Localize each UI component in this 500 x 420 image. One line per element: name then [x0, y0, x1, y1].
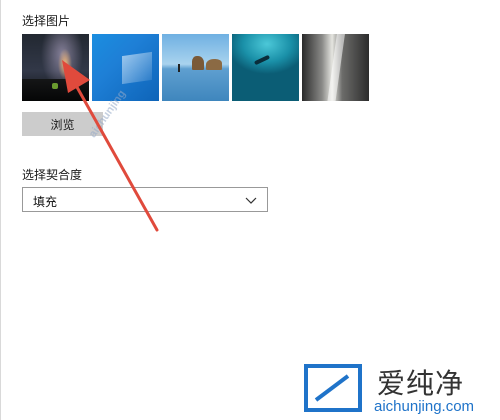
thumb-waterfall — [326, 34, 346, 101]
chevron-down-icon — [245, 197, 257, 204]
thumb-diver — [253, 54, 271, 66]
night-sky-thumbnail[interactable] — [22, 34, 89, 101]
thumb-rock — [192, 56, 204, 70]
thumb-tent — [52, 83, 58, 89]
fit-dropdown-value: 填充 — [33, 195, 58, 209]
watermark-brand: 爱纯净 — [377, 367, 465, 400]
windows-blue-thumbnail[interactable] — [92, 34, 159, 101]
underwater-diver-thumbnail[interactable] — [232, 34, 299, 101]
thumb-rock — [206, 59, 222, 70]
beach-rocks-thumbnail[interactable] — [162, 34, 229, 101]
panel-left-border — [0, 0, 1, 420]
watermark-url: aichunjing.com — [374, 398, 475, 415]
fit-dropdown[interactable]: 填充 — [22, 187, 268, 212]
choose-picture-label: 选择图片 — [22, 14, 71, 28]
thumb-person — [178, 64, 180, 72]
picture-thumbnail-row — [22, 34, 369, 101]
rock-waterfall-thumbnail[interactable] — [302, 34, 369, 101]
windows-logo-shape — [122, 51, 152, 85]
aichunjing-logo-icon — [304, 364, 362, 412]
choose-fit-label: 选择契合度 — [22, 168, 83, 182]
